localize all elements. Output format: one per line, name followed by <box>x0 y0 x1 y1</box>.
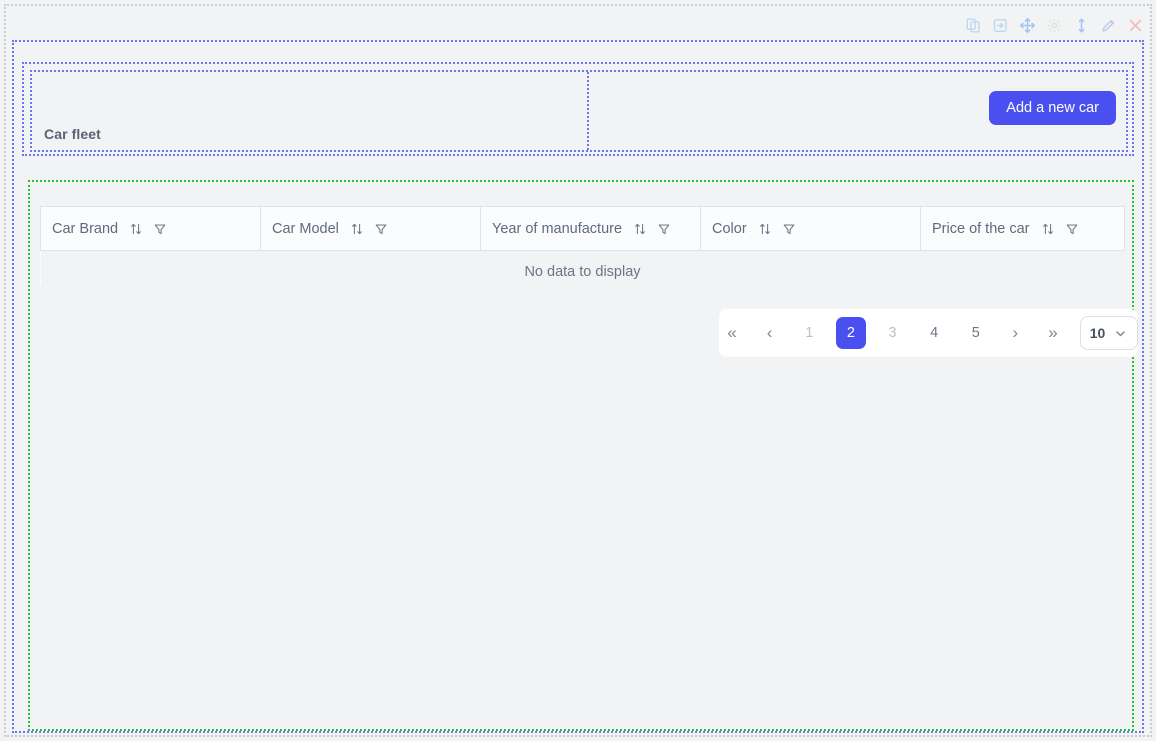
page-size-value: 10 <box>1090 325 1106 341</box>
pagination-page-4[interactable]: 4 <box>919 318 949 348</box>
chevron-down-icon <box>1112 325 1128 341</box>
pagination-page-1[interactable]: 1 <box>794 318 824 348</box>
column-label: Price of the car <box>932 221 1030 237</box>
table-region: Car Brand <box>28 180 1134 731</box>
move-icon[interactable] <box>1019 17 1036 34</box>
column-header-year-of-manufacture: Year of manufacture <box>481 207 701 251</box>
resize-v-icon[interactable] <box>1073 17 1090 34</box>
page-size-select[interactable]: 10 <box>1080 316 1138 350</box>
pagination: « ‹ 1 2 3 4 5 › » 10 <box>719 309 1138 357</box>
column-header-car-model: Car Model <box>261 207 481 251</box>
column-header-price-of-the-car: Price of the car <box>921 207 1125 251</box>
sort-icon[interactable] <box>757 221 773 237</box>
empty-state-row: No data to display <box>41 251 1125 285</box>
panel-header-region: Car fleet Add a new car <box>22 62 1134 156</box>
column-header-color: Color <box>701 207 921 251</box>
widget-action-toolbar <box>965 14 1144 36</box>
sort-icon[interactable] <box>1040 221 1056 237</box>
filter-icon[interactable] <box>373 221 389 237</box>
edit-icon[interactable] <box>1100 17 1117 34</box>
column-label: Year of manufacture <box>492 221 622 237</box>
filter-icon[interactable] <box>1064 221 1080 237</box>
add-a-new-car-button[interactable]: Add a new car <box>989 91 1116 125</box>
sort-icon[interactable] <box>349 221 365 237</box>
table-header-row: Car Brand <box>41 207 1125 251</box>
car-fleet-table: Car Brand <box>40 206 1125 285</box>
column-label: Car Brand <box>52 221 118 237</box>
close-icon[interactable] <box>1127 17 1144 34</box>
pagination-page-2[interactable]: 2 <box>836 317 866 349</box>
sort-icon[interactable] <box>128 221 144 237</box>
pagination-page-5[interactable]: 5 <box>961 318 991 348</box>
sort-icon[interactable] <box>632 221 648 237</box>
copy-icon[interactable] <box>965 17 982 34</box>
widget-container: Car fleet Add a new car <box>12 40 1144 733</box>
pagination-next-button[interactable]: › <box>1002 318 1028 348</box>
panel-header-row: Car fleet Add a new car <box>30 70 1128 152</box>
column-header-car-brand: Car Brand <box>41 207 261 251</box>
pagination-last-button[interactable]: » <box>1040 318 1066 348</box>
pagination-page-3[interactable]: 3 <box>878 318 908 348</box>
column-label: Color <box>712 221 747 237</box>
table-body: No data to display <box>41 251 1125 285</box>
page-title: Car fleet <box>44 126 101 142</box>
filter-icon[interactable] <box>656 221 672 237</box>
filter-icon[interactable] <box>152 221 168 237</box>
panel-header-left-cell: Car fleet <box>32 72 589 150</box>
pagination-first-button[interactable]: « <box>719 318 745 348</box>
widget-designer-canvas: Car fleet Add a new car <box>4 4 1152 737</box>
pagination-prev-button[interactable]: ‹ <box>757 318 783 348</box>
filter-icon[interactable] <box>781 221 797 237</box>
export-icon[interactable] <box>992 17 1009 34</box>
data-table-card: Car Brand <box>40 206 1124 285</box>
table-header: Car Brand <box>41 207 1125 251</box>
settings-icon[interactable] <box>1046 17 1063 34</box>
column-label: Car Model <box>272 221 339 237</box>
empty-state-message: No data to display <box>41 251 1125 285</box>
panel-header-right-cell: Add a new car <box>589 72 1126 150</box>
